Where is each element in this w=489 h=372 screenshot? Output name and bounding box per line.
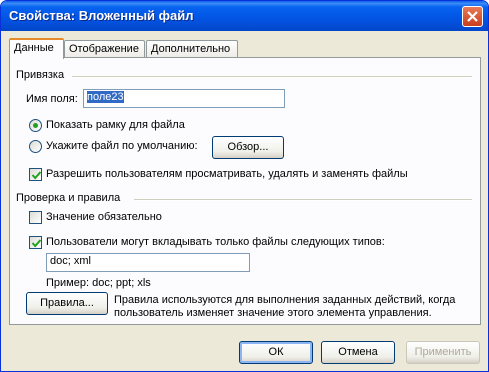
- browse-button[interactable]: Обзор...: [212, 136, 284, 159]
- tab-advanced[interactable]: Дополнительно: [146, 40, 238, 58]
- validation-group-title: Проверка и правила: [16, 192, 121, 204]
- validation-separator: [134, 199, 472, 201]
- field-name-input[interactable]: поле23: [83, 89, 285, 108]
- radio-selected-dot: [33, 123, 38, 128]
- example-text: Пример: doc; ppt; xls: [46, 277, 151, 289]
- rules-description-line1: Правила используются для выполнения зада…: [114, 294, 456, 306]
- window-title: Свойства: Вложенный файл: [9, 8, 194, 23]
- field-name-value: поле23: [87, 91, 124, 103]
- rules-description-line2: пользователь изменяет значение этого эле…: [114, 307, 432, 319]
- tab-panel-data: Привязка Имя поля: поле23 Показать рамку…: [9, 57, 481, 325]
- file-types-value: doc; xml: [50, 255, 91, 267]
- show-frame-radio[interactable]: [29, 119, 42, 132]
- close-icon: [467, 11, 478, 22]
- tab-advanced-label: Дополнительно: [151, 43, 231, 55]
- binding-group-title: Привязка: [16, 69, 65, 81]
- allow-users-label[interactable]: Разрешить пользователям просматривать, у…: [46, 168, 408, 180]
- required-label[interactable]: Значение обязательно: [46, 211, 162, 223]
- tab-data[interactable]: Данные: [9, 38, 64, 59]
- cancel-button[interactable]: Отмена: [321, 341, 395, 364]
- tab-display-label: Отображение: [69, 43, 139, 55]
- default-file-label[interactable]: Укажите файл по умолчанию:: [46, 140, 198, 152]
- required-checkbox[interactable]: [29, 211, 42, 224]
- tab-display[interactable]: Отображение: [64, 40, 145, 58]
- field-name-label: Имя поля:: [26, 93, 78, 105]
- checkmark-icon: [31, 239, 42, 248]
- binding-separator: [72, 76, 472, 78]
- apply-button[interactable]: Применить: [406, 341, 480, 364]
- title-bar[interactable]: Свойства: Вложенный файл: [1, 1, 488, 31]
- close-button[interactable]: [462, 6, 483, 27]
- default-file-radio[interactable]: [29, 140, 42, 153]
- file-types-input[interactable]: doc; xml: [46, 253, 250, 272]
- ok-button[interactable]: ОК: [239, 341, 313, 364]
- file-types-label[interactable]: Пользователи могут вкладывать только фай…: [46, 236, 385, 248]
- rules-button[interactable]: Правила...: [26, 292, 108, 315]
- tab-data-label: Данные: [14, 42, 54, 54]
- show-frame-label[interactable]: Показать рамку для файла: [46, 119, 185, 131]
- properties-dialog: Свойства: Вложенный файл Данные Отображе…: [0, 0, 489, 372]
- file-types-checkbox[interactable]: [29, 236, 42, 249]
- checkmark-icon: [31, 171, 42, 180]
- allow-users-checkbox[interactable]: [29, 168, 42, 181]
